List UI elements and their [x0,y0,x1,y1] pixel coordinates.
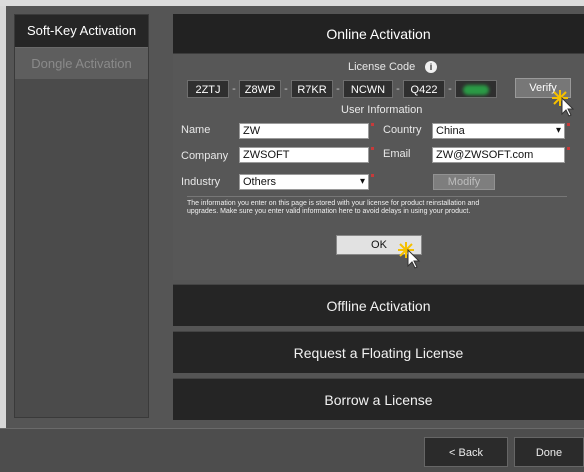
redacted-mark [463,85,489,95]
sidebar-item-dongle-activation[interactable]: Dongle Activation [15,47,148,79]
license-code-row: 2ZTJ - Z8WP - R7KR - NCWN - Q422 - [187,80,497,98]
click-highlight-icon [552,90,575,117]
offline-activation-button[interactable]: Offline Activation [173,284,584,326]
separator: - [232,83,236,95]
license-code-segment-2[interactable]: Z8WP [239,80,281,98]
license-code-segment-6[interactable] [455,80,497,98]
name-label: Name [181,124,211,136]
required-marker [371,123,374,126]
industry-select[interactable]: Others [239,174,369,190]
notice-line: The information you enter on this page i… [187,200,480,207]
modify-button[interactable]: Modify [433,174,495,190]
separator: - [284,83,288,95]
license-code-segment-4[interactable]: NCWN [343,80,393,98]
online-activation-header[interactable]: Online Activation [173,14,584,54]
industry-label: Industry [181,176,221,188]
request-floating-license-button[interactable]: Request a Floating License [173,331,584,373]
license-code-segment-5[interactable]: Q422 [403,80,445,98]
required-marker [371,174,374,177]
user-information-label: User Information [341,104,423,116]
notice-line: upgrades. Make sure you enter valid info… [187,208,471,215]
license-code-segment-1[interactable]: 2ZTJ [187,80,229,98]
license-code-segment-3[interactable]: R7KR [291,80,333,98]
main-panel: Online Activation License Code i 2ZTJ - … [173,14,584,420]
separator: - [336,83,340,95]
done-button[interactable]: Done [514,437,584,467]
name-field[interactable]: ZW [239,123,369,139]
company-field[interactable]: ZWSOFT [239,147,369,163]
online-activation-body: License Code i 2ZTJ - Z8WP - R7KR - NCWN… [173,54,584,280]
sidebar: Soft-Key Activation Dongle Activation [14,14,149,418]
separator: - [396,83,400,95]
required-marker [371,147,374,150]
country-select[interactable]: China [432,123,565,139]
back-button[interactable]: < Back [424,437,508,467]
click-highlight-icon [398,242,421,269]
sidebar-item-soft-key-activation[interactable]: Soft-Key Activation [15,15,148,47]
required-marker [567,123,570,126]
license-code-label: License Code [348,61,416,73]
borrow-license-button[interactable]: Borrow a License [173,378,584,420]
country-label: Country [383,124,422,136]
notice-text: The information you enter on this page i… [187,196,567,220]
required-marker [567,147,570,150]
email-label: Email [383,148,411,160]
info-icon[interactable]: i [425,61,437,73]
separator: - [448,83,452,95]
company-label: Company [181,150,229,162]
email-field[interactable]: ZW@ZWSOFT.com [432,147,565,163]
